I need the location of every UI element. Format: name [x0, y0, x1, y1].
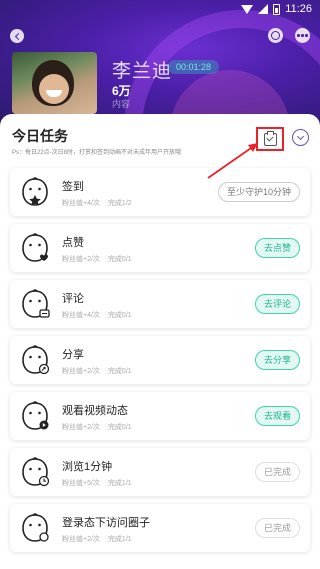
task-card: 点赞粉丝值+2/次 完成0/1 去点赞 — [10, 224, 310, 272]
task-meta: 粉丝值+4/次 完成0/1 — [62, 310, 140, 320]
task-points: 粉丝值+4/次 — [62, 200, 100, 207]
face-icon — [271, 31, 280, 40]
task-progress: 完成1/1 — [107, 536, 132, 543]
task-list: 签到 粉丝值+4/次 完成1/2 至少守护10分钟 点赞 粉丝值+2/次 完成0/1 去点赞评… — [10, 168, 310, 560]
task-action-button: 至少守护10分钟 — [217, 182, 300, 202]
task-meta: 粉丝值+5/次 完成1/1 — [62, 478, 140, 488]
task-name: 分享 — [62, 349, 84, 361]
back-arrow-icon — [14, 32, 22, 40]
battery-icon — [273, 3, 281, 15]
task-record-button[interactable] — [256, 127, 284, 151]
wifi-icon — [241, 4, 254, 14]
task-meta: 粉丝值+4/次 完成1/2 — [62, 198, 140, 208]
more-button[interactable] — [295, 28, 310, 43]
task-name: 登录态下访问圈子 — [62, 517, 150, 529]
sheet-title: 今日任务 — [12, 128, 68, 144]
back-button[interactable] — [10, 29, 24, 43]
status-bar: 11:26 — [0, 0, 320, 18]
task-card: 观看视频动态粉丝值+2/次 完成0/1 去观看 — [10, 392, 310, 440]
task-name: 点赞 — [62, 237, 84, 249]
task-progress: 完成1/2 — [107, 200, 132, 207]
task-meta: 粉丝值+2/次 完成1/1 — [62, 534, 140, 544]
task-card: 浏览1分钟粉丝值+5/次 完成1/1 已完成 — [10, 448, 310, 496]
task-meta: 粉丝值+2/次 完成0/1 — [62, 366, 140, 376]
live-time-badge: 00:01:28 — [168, 60, 220, 74]
host-header: 11:26 李兰迪 00:01:28 6万 内容 — [0, 0, 320, 122]
more-icon — [297, 34, 308, 37]
task-progress: 完成0/1 — [107, 368, 132, 375]
clock-time: 11:26 — [285, 3, 312, 15]
host-avatar[interactable] — [12, 52, 97, 114]
star-face-icon — [20, 176, 50, 208]
task-card: 评论粉丝值+4/次 完成0/1 去评论 — [10, 280, 310, 328]
signal-icon — [258, 4, 269, 14]
chevron-down-icon — [296, 132, 305, 140]
task-progress: 完成0/1 — [107, 424, 132, 431]
visit-face-icon — [20, 512, 50, 544]
sheet-note: Ps：每日22点-次日8时，打赏和签到动画不对未成年用户开放哦 — [12, 150, 182, 156]
task-name: 浏览1分钟 — [62, 461, 113, 473]
face-button[interactable] — [268, 28, 283, 43]
task-action-button: 已完成 — [254, 518, 300, 538]
video-face-icon — [20, 400, 50, 432]
task-points: 粉丝值+2/次 — [62, 368, 100, 375]
task-action-button[interactable]: 去点赞 — [254, 238, 300, 258]
task-card: 签到粉丝值+4/次 完成1/2 至少守护10分钟 — [10, 168, 310, 216]
task-name: 观看视频动态 — [62, 405, 128, 417]
task-meta: 粉丝值+2/次 完成0/1 — [62, 422, 140, 432]
task-action-button[interactable]: 去分享 — [254, 350, 300, 370]
daily-task-sheet: 今日任务 Ps：每日22点-次日8时，打赏和签到动画不对未成年用户开放哦 签到粉… — [0, 114, 320, 569]
clock-face-icon — [20, 456, 50, 488]
heart-face-icon — [20, 232, 50, 264]
task-points: 粉丝值+2/次 — [62, 536, 100, 543]
task-action-button[interactable]: 去观看 — [254, 406, 300, 426]
host-name: 李兰迪 — [112, 61, 173, 82]
comment-face-icon — [20, 288, 50, 320]
task-points: 粉丝值+2/次 — [62, 256, 100, 263]
task-points: 粉丝值+5/次 — [62, 480, 100, 487]
task-points: 粉丝值+4/次 — [62, 312, 100, 319]
task-meta: 粉丝值+2/次 完成0/1 — [62, 254, 140, 264]
collapse-button[interactable] — [292, 129, 309, 146]
clipboard-check-icon — [263, 130, 277, 146]
task-points: 粉丝值+2/次 — [62, 424, 100, 431]
share-face-icon — [20, 344, 50, 376]
task-action-button[interactable]: 去评论 — [254, 294, 300, 314]
task-card: 分享粉丝值+2/次 完成0/1 去分享 — [10, 336, 310, 384]
task-name: 评论 — [62, 293, 84, 305]
task-progress: 完成1/1 — [107, 480, 132, 487]
task-progress: 完成0/1 — [107, 256, 132, 263]
task-card: 登录态下访问圈子 粉丝值+2/次 完成1/1 已完成 — [10, 504, 310, 552]
task-action-button: 已完成 — [254, 462, 300, 482]
task-progress: 完成0/1 — [107, 312, 132, 319]
task-name: 签到 — [62, 181, 84, 193]
fans-label: 内容 — [112, 99, 131, 109]
